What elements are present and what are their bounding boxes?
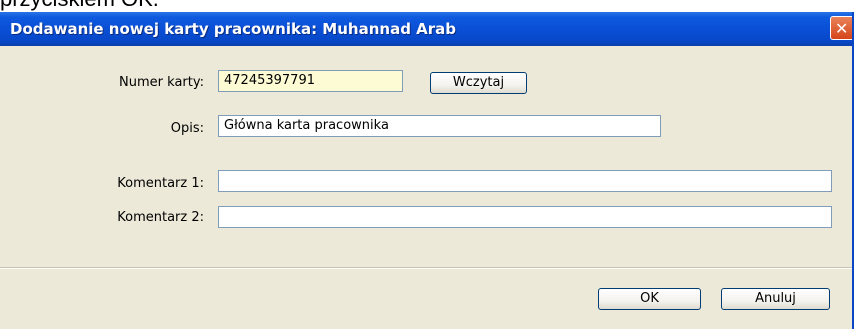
dialog-window: Dodawanie nowej karty pracownika: Muhann… — [0, 12, 854, 329]
comment2-input[interactable] — [218, 206, 832, 228]
comment1-label: Komentarz 1: — [117, 176, 204, 191]
title-bar[interactable]: Dodawanie nowej karty pracownika: Muhann… — [0, 12, 852, 46]
close-icon: ✕ — [835, 19, 849, 38]
card-number-input[interactable]: 47245397791 — [218, 70, 403, 92]
load-button[interactable]: Wczytaj — [430, 72, 527, 94]
footer-separator — [0, 267, 852, 269]
card-number-label: Numer karty: — [119, 75, 204, 90]
comment2-label: Komentarz 2: — [117, 210, 204, 225]
background-text: przyciskiem OK. — [0, 0, 159, 12]
close-button[interactable]: ✕ — [830, 16, 852, 40]
description-input[interactable]: Główna karta pracownika — [218, 115, 661, 137]
comment1-input[interactable] — [218, 170, 832, 192]
cancel-button[interactable]: Anuluj — [721, 288, 830, 310]
ok-button[interactable]: OK — [598, 288, 701, 310]
description-label: Opis: — [170, 121, 204, 136]
dialog-title: Dodawanie nowej karty pracownika: Muhann… — [10, 20, 457, 38]
